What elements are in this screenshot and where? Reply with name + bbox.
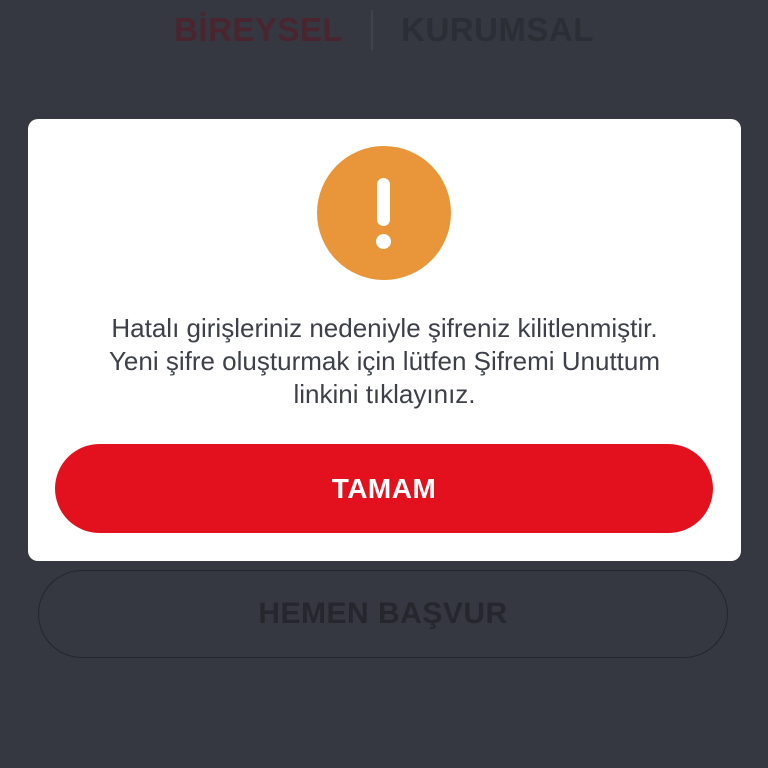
ok-button[interactable]: TAMAM	[55, 444, 713, 533]
exclamation-icon	[317, 146, 451, 280]
exclamation-bar	[377, 178, 390, 226]
message-line: Yeni şifre oluşturmak için lütfen Şifrem…	[108, 346, 661, 376]
tab-bireysel[interactable]: BİREYSEL	[174, 11, 343, 49]
message-line: Hatalı girişleriniz nedeniyle şifreniz k…	[111, 313, 658, 343]
dialog-message: Hatalı girişleriniz nedeniyle şifreniz k…	[48, 312, 721, 411]
message-line: linkini tıklayınız.	[293, 379, 476, 409]
alert-dialog: Hatalı girişleriniz nedeniyle şifreniz k…	[28, 119, 741, 561]
apply-now-button[interactable]: HEMEN BAŞVUR	[38, 570, 728, 658]
tab-kurumsal[interactable]: KURUMSAL	[401, 11, 594, 49]
exclamation-dot	[376, 234, 391, 249]
tab-divider	[371, 10, 374, 50]
login-screen: BİREYSEL KURUMSAL HEMEN BAŞVUR Hatalı gi…	[0, 0, 768, 768]
customer-type-tabs: BİREYSEL KURUMSAL	[0, 6, 768, 54]
